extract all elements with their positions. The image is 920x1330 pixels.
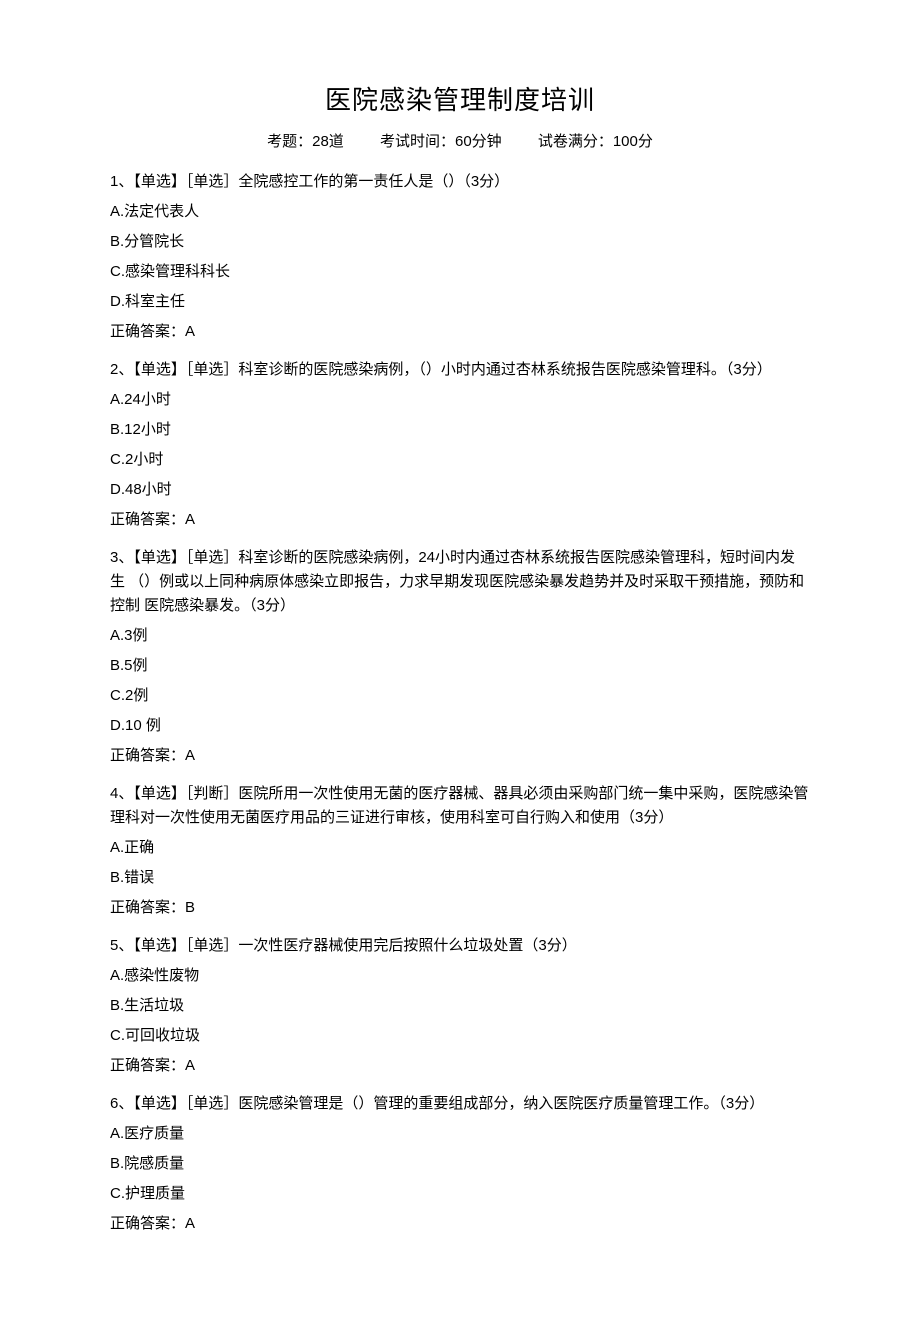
- question-stem: 3、【单选】［单选］科室诊断的医院感染病例，24小时内通过杏林系统报告医院感染管…: [110, 546, 810, 618]
- meta-duration: 考试时间：60分钟: [380, 133, 502, 150]
- option: A.法定代表人: [110, 200, 810, 224]
- option: C.护理质量: [110, 1182, 810, 1206]
- option: A.正确: [110, 836, 810, 860]
- option: D.48小时: [110, 478, 810, 502]
- question-block: 4、【单选】［判断］医院所用一次性使用无菌的医疗器械、器具必须由采购部门统一集中…: [110, 782, 810, 920]
- question-stem: 5、【单选】［单选］一次性医疗器械使用完后按照什么垃圾处置（3分）: [110, 934, 810, 958]
- option: B.错误: [110, 866, 810, 890]
- meta-count: 考题：28道: [267, 133, 344, 150]
- option: D.科室主任: [110, 290, 810, 314]
- exam-meta: 考题：28道 考试时间：60分钟 试卷满分：100分: [110, 130, 810, 154]
- question-block: 5、【单选】［单选］一次性医疗器械使用完后按照什么垃圾处置（3分） A.感染性废…: [110, 934, 810, 1078]
- option: A.3例: [110, 624, 810, 648]
- question-stem: 1、【单选】［单选］全院感控工作的第一责任人是（）（3分）: [110, 170, 810, 194]
- correct-answer: 正确答案：A: [110, 508, 810, 532]
- option: C.感染管理科科长: [110, 260, 810, 284]
- option: B.12小时: [110, 418, 810, 442]
- option: C.2例: [110, 684, 810, 708]
- question-block: 1、【单选】［单选］全院感控工作的第一责任人是（）（3分） A.法定代表人 B.…: [110, 170, 810, 344]
- option: C.可回收垃圾: [110, 1024, 810, 1048]
- correct-answer: 正确答案：B: [110, 896, 810, 920]
- correct-answer: 正确答案：A: [110, 320, 810, 344]
- page-title: 医院感染管理制度培训: [110, 80, 810, 122]
- option: A.医疗质量: [110, 1122, 810, 1146]
- option: B.生活垃圾: [110, 994, 810, 1018]
- option: D.10 例: [110, 714, 810, 738]
- correct-answer: 正确答案：A: [110, 1054, 810, 1078]
- question-stem: 2、【单选】［单选］科室诊断的医院感染病例，（）小时内通过杏林系统报告医院感染管…: [110, 358, 810, 382]
- question-block: 6、【单选】［单选］医院感染管理是（）管理的重要组成部分，纳入医院医疗质量管理工…: [110, 1092, 810, 1236]
- option: B.院感质量: [110, 1152, 810, 1176]
- question-stem: 4、【单选】［判断］医院所用一次性使用无菌的医疗器械、器具必须由采购部门统一集中…: [110, 782, 810, 830]
- correct-answer: 正确答案：A: [110, 1212, 810, 1236]
- correct-answer: 正确答案：A: [110, 744, 810, 768]
- question-block: 3、【单选】［单选］科室诊断的医院感染病例，24小时内通过杏林系统报告医院感染管…: [110, 546, 810, 768]
- question-stem: 6、【单选】［单选］医院感染管理是（）管理的重要组成部分，纳入医院医疗质量管理工…: [110, 1092, 810, 1116]
- option: C.2小时: [110, 448, 810, 472]
- option: A.感染性废物: [110, 964, 810, 988]
- question-block: 2、【单选】［单选］科室诊断的医院感染病例，（）小时内通过杏林系统报告医院感染管…: [110, 358, 810, 532]
- option: A.24小时: [110, 388, 810, 412]
- option: B.5例: [110, 654, 810, 678]
- meta-full: 试卷满分：100分: [538, 133, 653, 150]
- option: B.分管院长: [110, 230, 810, 254]
